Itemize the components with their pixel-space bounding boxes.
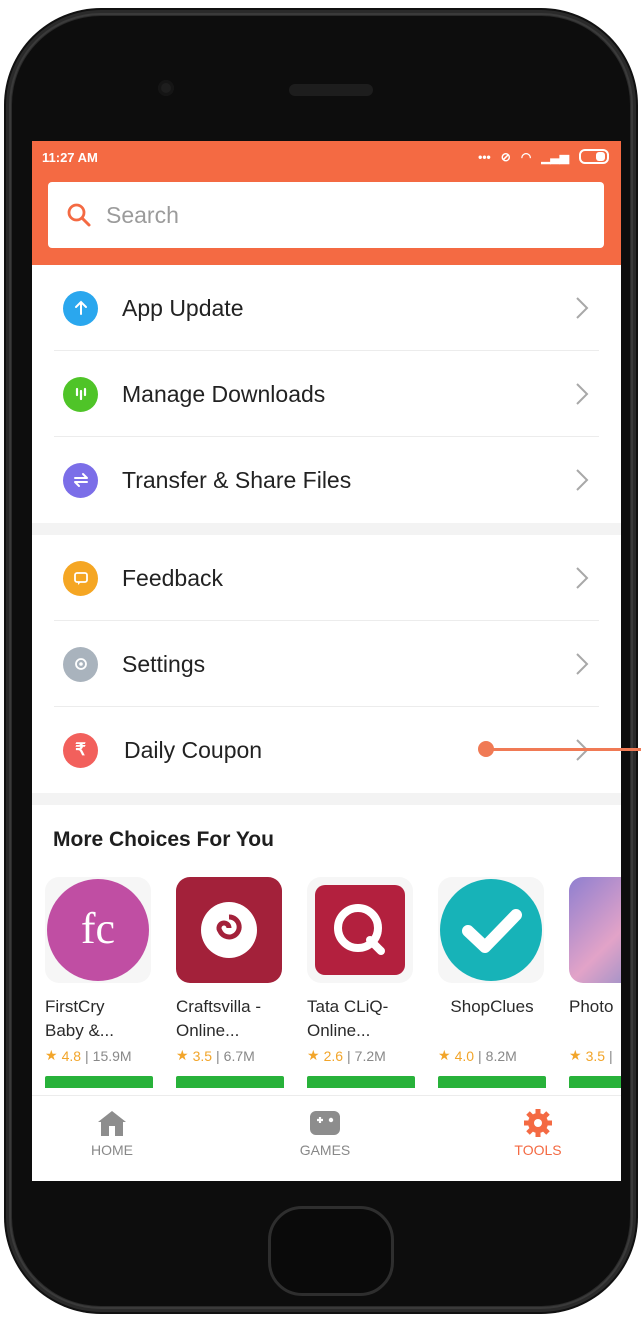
- more-choices-section: More Choices For You fc FirstCry Baby &..…: [32, 809, 621, 1095]
- tools-menu-secondary: Feedback Settings ₹ Daily Coupon: [32, 535, 621, 805]
- star-icon: ★: [45, 1047, 58, 1063]
- tools-menu-primary: App Update Manage Downloads Transfer & S…: [32, 265, 621, 535]
- nav-home[interactable]: HOME: [52, 1108, 172, 1158]
- app-card-firstcry[interactable]: fc FirstCry Baby &... ★ 4.8 | 15.9M: [45, 877, 153, 1088]
- app-card-photo[interactable]: Photo ★ 3.5 |: [569, 877, 621, 1088]
- nav-label: HOME: [91, 1142, 133, 1158]
- chevron-right-icon: [576, 297, 589, 319]
- install-button[interactable]: [176, 1076, 284, 1088]
- signal-icon: ▁▃▅: [541, 149, 569, 164]
- app-card-shopclues[interactable]: ShopClues ★ 4.0 | 8.2M: [438, 877, 546, 1088]
- menu-item-app-update[interactable]: App Update: [32, 265, 621, 351]
- menu-item-label: Daily Coupon: [124, 736, 263, 763]
- annotation-pointer-dot: [478, 741, 494, 757]
- app-name: ShopClues: [450, 997, 534, 1016]
- nav-label: GAMES: [299, 1142, 351, 1158]
- app-card-craftsvilla[interactable]: Craftsvilla - Online... ★ 3.5 | 6.7M: [176, 877, 284, 1088]
- section-separator: [32, 793, 621, 805]
- nav-label: TOOLS: [514, 1142, 562, 1158]
- app-name: Photo: [569, 997, 614, 1016]
- menu-item-label: Manage Downloads: [122, 380, 326, 407]
- earpiece-speaker: [289, 84, 373, 96]
- annotation-pointer-line: [490, 748, 641, 751]
- section-separator: [32, 523, 621, 535]
- section-title: More Choices For You: [53, 828, 274, 851]
- star-icon: ★: [176, 1047, 189, 1063]
- install-button[interactable]: [45, 1076, 153, 1088]
- photo-app-icon: [569, 877, 621, 983]
- menu-item-label: Feedback: [122, 564, 224, 591]
- star-icon: ★: [307, 1047, 320, 1063]
- transfer-icon: [63, 462, 98, 498]
- search-header: Search: [32, 177, 621, 265]
- search-input[interactable]: Search: [48, 182, 604, 248]
- app-name: Tata CLiQ- Online...: [307, 997, 389, 1040]
- app-name: Craftsvilla - Online...: [176, 997, 262, 1040]
- chevron-right-icon: [576, 383, 589, 405]
- app-meta: ★ 3.5 |: [569, 1047, 613, 1064]
- nav-tools[interactable]: TOOLS: [478, 1108, 598, 1158]
- search-icon: [67, 203, 91, 227]
- svg-text:fc: fc: [81, 904, 115, 953]
- home-icon: [98, 1111, 126, 1136]
- craftsvilla-app-icon: [176, 877, 282, 983]
- wifi-icon: ◠: [520, 149, 532, 164]
- menu-item-transfer-share-files[interactable]: Transfer & Share Files: [32, 437, 621, 523]
- app-meta: ★ 2.6 | 7.2M: [307, 1047, 386, 1064]
- firstcry-app-icon: fc: [45, 877, 151, 983]
- app-name: FirstCry Baby &...: [45, 997, 114, 1040]
- app-screen: 11:27 AM ••• ⊘ ◠ ▁▃▅ Search App Update M…: [32, 141, 621, 1181]
- gear-icon: [63, 646, 98, 682]
- shopclues-app-icon: [438, 877, 544, 983]
- search-placeholder: Search: [106, 201, 179, 228]
- alarm-off-icon: ⊘: [500, 149, 511, 164]
- app-meta: ★ 4.8 | 15.9M: [45, 1047, 132, 1064]
- bottom-navigation: HOME GAMES TOOLS: [32, 1095, 621, 1181]
- download-icon: [63, 376, 98, 412]
- gamepad-icon: [310, 1111, 340, 1135]
- app-card-tata-cliq[interactable]: Tata CLiQ- Online... ★ 2.6 | 7.2M: [307, 877, 415, 1088]
- feedback-icon: [63, 560, 98, 596]
- rupee-icon: ₹: [63, 732, 98, 768]
- menu-item-feedback[interactable]: Feedback: [32, 535, 621, 621]
- star-icon: ★: [438, 1047, 451, 1063]
- menu-item-label: App Update: [122, 294, 244, 321]
- gear-icon: [524, 1109, 552, 1137]
- menu-item-manage-downloads[interactable]: Manage Downloads: [32, 351, 621, 437]
- menu-item-label: Transfer & Share Files: [122, 466, 352, 493]
- chevron-right-icon: [576, 567, 589, 589]
- star-icon: ★: [569, 1047, 582, 1063]
- menu-item-label: Settings: [122, 650, 206, 677]
- chevron-right-icon: [576, 469, 589, 491]
- status-time: 11:27 AM: [42, 150, 98, 165]
- notification-dots-icon: •••: [478, 149, 491, 164]
- home-hardware-button[interactable]: [268, 1206, 394, 1296]
- menu-item-settings[interactable]: Settings: [32, 621, 621, 707]
- status-icons: ••• ⊘ ◠ ▁▃▅: [478, 149, 609, 164]
- arrow-up-icon: [63, 290, 98, 326]
- front-camera: [158, 80, 174, 96]
- chevron-right-icon: [576, 653, 589, 675]
- install-button[interactable]: [569, 1076, 621, 1088]
- install-button[interactable]: [438, 1076, 546, 1088]
- tata-cliq-app-icon: [307, 877, 413, 983]
- install-button[interactable]: [307, 1076, 415, 1088]
- battery-icon: [579, 149, 609, 164]
- app-meta: ★ 3.5 | 6.7M: [176, 1047, 255, 1064]
- status-bar: 11:27 AM ••• ⊘ ◠ ▁▃▅: [32, 141, 621, 177]
- nav-games[interactable]: GAMES: [265, 1108, 385, 1158]
- app-meta: ★ 4.0 | 8.2M: [438, 1047, 517, 1064]
